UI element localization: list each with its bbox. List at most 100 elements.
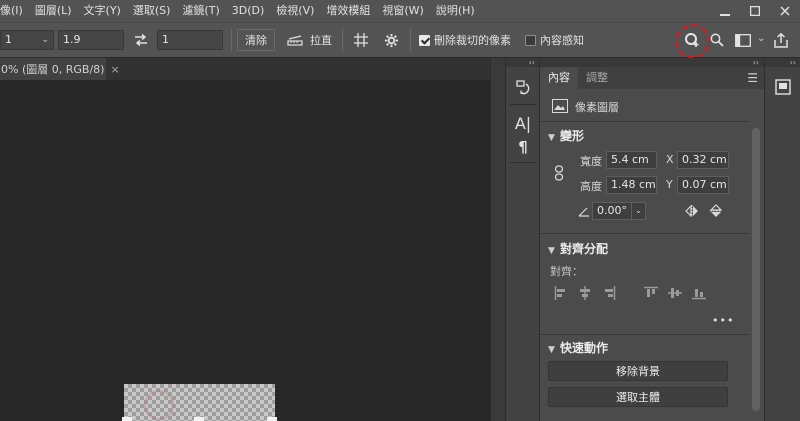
paragraph-icon[interactable]: ¶ — [512, 136, 534, 158]
width-input[interactable]: 5.4 cm — [606, 151, 657, 169]
align-vertical-centers-icon[interactable] — [668, 286, 682, 300]
pixel-layer-icon — [552, 99, 568, 113]
menu-3d[interactable]: 3D(D) — [226, 0, 271, 22]
chevron-down-icon: ⌄ — [41, 35, 49, 45]
menu-bar: 像(I) 圖層(L) 文字(Y) 選取(S) 濾鏡(T) 3D(D) 檢視(V)… — [0, 0, 800, 22]
swap-icon[interactable] — [130, 29, 152, 51]
expand-arrows-icon[interactable]: ›› — [765, 58, 800, 67]
separator — [231, 29, 232, 51]
flip-horizontal-icon[interactable] — [685, 204, 699, 220]
angle-icon — [578, 207, 590, 220]
chevron-down-icon: ⌄ — [631, 203, 645, 219]
align-right-edges-icon[interactable] — [602, 286, 616, 300]
maximize-button[interactable] — [740, 0, 770, 22]
document-tab-label: 0% (圖層 0, RGB/8) — [1, 63, 105, 76]
align-horizontal-centers-icon[interactable] — [578, 286, 592, 300]
align-left-edges-icon[interactable] — [554, 286, 568, 300]
ratio-dropdown[interactable]: 1 ⌄ — [0, 30, 54, 50]
menu-filter[interactable]: 濾鏡(T) — [176, 0, 225, 22]
workspace-icon[interactable] — [732, 29, 754, 51]
search-icon[interactable] — [706, 29, 728, 51]
window-controls — [710, 0, 800, 22]
height-input[interactable]: 1.48 cm — [606, 176, 657, 194]
layer-type-label: 像素圖層 — [575, 101, 619, 114]
flip-vertical-icon[interactable] — [709, 204, 723, 221]
crop-handle[interactable] — [122, 417, 132, 421]
straighten-icon[interactable] — [284, 29, 306, 51]
close-icon — [780, 6, 790, 16]
link-icon[interactable] — [554, 165, 564, 184]
maximize-icon — [750, 6, 760, 16]
menu-plugins[interactable]: 增效模組 — [320, 0, 376, 22]
menu-window[interactable]: 視窗(W) — [376, 0, 429, 22]
character-icon[interactable]: A| — [512, 112, 534, 134]
separator — [510, 162, 537, 163]
minimize-button[interactable] — [710, 0, 740, 22]
separator — [410, 29, 411, 51]
minimize-icon — [720, 14, 730, 16]
menu-image[interactable]: 像(I) — [0, 0, 29, 22]
chevron-down-icon: ▼ — [548, 345, 555, 355]
tab-adjustments[interactable]: 調整 — [578, 67, 616, 89]
crop-handle[interactable] — [194, 417, 204, 421]
separator — [510, 104, 537, 105]
menu-layer[interactable]: 圖層(L) — [29, 0, 78, 22]
width-ratio-input[interactable]: 1.9 — [58, 30, 124, 50]
y-input[interactable]: 0.07 cm — [677, 176, 729, 194]
document-tab-bar: 0% (圖層 0, RGB/8) × — [0, 58, 505, 80]
quick-actions-section-header[interactable]: ▼ 快速動作 — [548, 339, 608, 356]
remove-background-button[interactable]: 移除背景 — [548, 361, 728, 381]
align-bottom-edges-icon[interactable] — [692, 286, 706, 300]
share-export-icon[interactable] — [770, 29, 792, 51]
menu-view[interactable]: 檢視(V) — [270, 0, 320, 22]
clear-button[interactable]: 清除 — [237, 29, 275, 51]
right-panel-column: ›› — [764, 58, 800, 421]
transform-section-header[interactable]: ▼ 變形 — [548, 127, 584, 144]
delete-cropped-label[interactable]: 刪除裁切的像素 — [434, 23, 511, 59]
angle-value: 0.00° — [597, 204, 627, 217]
menu-help[interactable]: 說明(H) — [430, 0, 481, 22]
highlight-circle-annotation — [675, 24, 709, 58]
canvas-area[interactable] — [0, 80, 490, 421]
options-bar: 1 ⌄ 1.9 1 清除 拉直 刪除裁切的像素 內容感知 ⌄ — [0, 22, 800, 58]
document-tab[interactable]: 0% (圖層 0, RGB/8) × — [0, 58, 120, 80]
menu-select[interactable]: 選取(S) — [127, 0, 177, 22]
straighten-label[interactable]: 拉直 — [310, 23, 332, 59]
separator — [540, 233, 750, 234]
more-options-icon[interactable]: ••• — [712, 314, 734, 327]
gear-icon[interactable] — [380, 29, 402, 51]
menu-type[interactable]: 文字(Y) — [78, 0, 127, 22]
tab-properties[interactable]: 內容 — [540, 67, 578, 89]
y-label: Y — [666, 178, 673, 191]
width-label: 寬度 — [580, 155, 602, 168]
panel-top-strip: ›› — [540, 58, 764, 67]
layer-content — [144, 390, 174, 420]
select-subject-button[interactable]: 選取主體 — [548, 387, 728, 407]
layers-panel-icon[interactable] — [772, 76, 794, 98]
angle-input[interactable]: 0.00° ⌄ — [592, 202, 646, 220]
align-top-edges-icon[interactable] — [644, 286, 658, 300]
height-label: 高度 — [580, 180, 602, 193]
crop-handle[interactable] — [267, 417, 277, 421]
collapse-arrows-icon[interactable]: ‹‹ — [506, 58, 539, 67]
history-icon[interactable] — [512, 76, 534, 98]
canvas-scrollbar[interactable] — [490, 58, 505, 421]
panel-menu-icon[interactable]: ☰ — [747, 72, 758, 84]
align-section-header[interactable]: ▼ 對齊分配 — [548, 240, 608, 257]
content-aware-label[interactable]: 內容感知 — [540, 23, 584, 59]
chevron-down-icon[interactable]: ⌄ — [757, 33, 765, 44]
separator — [540, 121, 750, 122]
transform-title: 變形 — [560, 129, 585, 143]
expand-arrows-icon[interactable]: ›› — [753, 58, 759, 67]
height-ratio-input[interactable]: 1 — [157, 30, 223, 50]
close-window-button[interactable] — [770, 0, 800, 22]
properties-panel: ›› 內容 調整 ☰ 像素圖層 ▼ 變形 寬度 5.4 cm X 0.32 cm … — [540, 58, 764, 421]
overlay-grid-icon[interactable] — [350, 29, 372, 51]
transparent-layer-preview[interactable] — [122, 384, 277, 421]
x-input[interactable]: 0.32 cm — [677, 151, 729, 169]
panel-scrollbar[interactable] — [752, 128, 760, 411]
close-icon[interactable]: × — [110, 63, 119, 76]
ratio-dropdown-value: 1 — [5, 33, 12, 46]
content-aware-checkbox[interactable] — [525, 35, 536, 46]
delete-cropped-checkbox[interactable] — [419, 35, 430, 46]
